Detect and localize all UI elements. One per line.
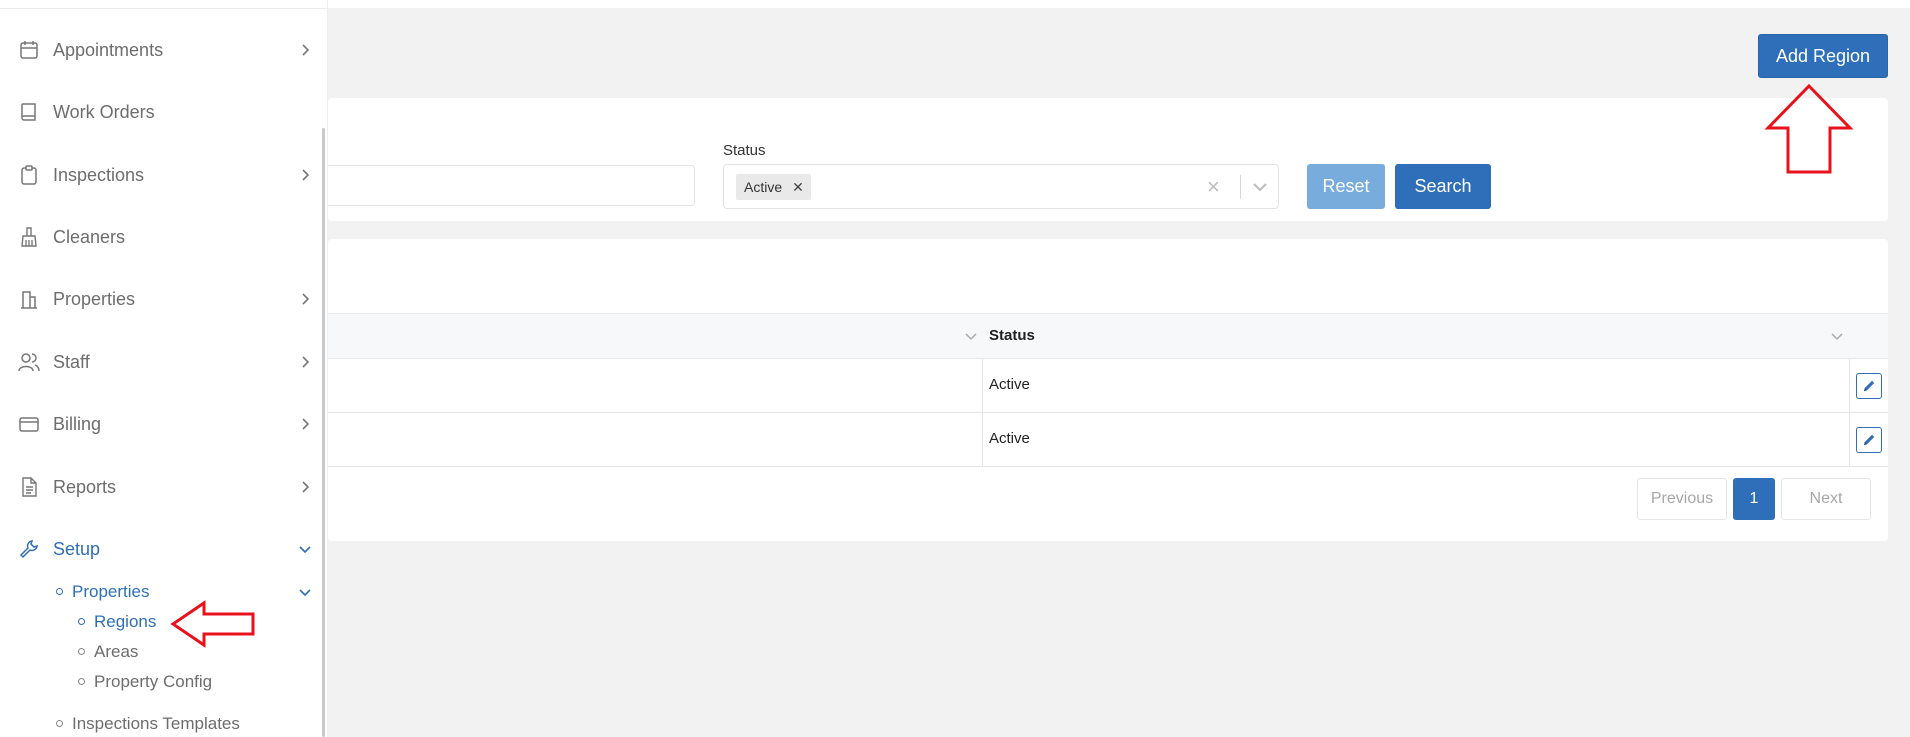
chevron-right-icon <box>302 356 310 368</box>
sidebar-item-properties[interactable]: Properties <box>0 277 320 321</box>
sort-chevron-icon[interactable] <box>1830 330 1844 344</box>
search-button[interactable]: Search <box>1395 164 1491 209</box>
sidebar-top-divider <box>0 8 328 9</box>
status-chip-label: Active <box>744 179 783 195</box>
chevron-down-icon <box>299 546 311 554</box>
sidebar-subitem-label: Inspections Templates <box>72 714 240 733</box>
bullet-icon <box>56 588 63 595</box>
sidebar-subitem-label: Regions <box>94 612 157 631</box>
clipboard-icon <box>21 165 37 185</box>
sidebar-item-label: Cleaners <box>53 226 126 247</box>
sidebar-item-work-orders[interactable]: Work Orders <box>0 90 320 134</box>
remove-chip-icon[interactable]: ✕ <box>792 179 804 196</box>
sidebar-item-staff[interactable]: Staff <box>0 340 320 384</box>
building-icon <box>21 291 37 309</box>
document-icon <box>22 477 37 497</box>
cell-divider <box>982 359 983 412</box>
pagination-page-1[interactable]: 1 <box>1733 478 1775 520</box>
sidebar-item-label: Billing <box>53 413 102 434</box>
chevron-down-icon[interactable] <box>1251 178 1269 196</box>
credit-card-icon <box>19 417 39 432</box>
pencil-icon <box>1864 380 1875 391</box>
calendar-icon <box>20 41 38 59</box>
table-row: Active <box>328 413 1888 467</box>
status-chip: Active ✕ <box>736 174 811 200</box>
sort-chevron-icon[interactable] <box>964 330 978 344</box>
annotation-arrow-up-icon <box>1764 84 1854 174</box>
sidebar-subitem-label: Property Config <box>94 672 213 691</box>
status-filter-select[interactable]: Active ✕ × <box>723 164 1279 209</box>
annotation-arrow-left-icon <box>170 600 255 648</box>
sidebar-item-label: Work Orders <box>53 101 155 122</box>
chevron-right-icon <box>302 44 310 56</box>
name-filter-input[interactable] <box>328 165 695 206</box>
chevron-right-icon <box>302 293 310 305</box>
sidebar-subitem-properties[interactable]: Properties <box>0 579 320 605</box>
sidebar-item-label: Setup <box>53 538 101 559</box>
sidebar-item-reports[interactable]: Reports <box>0 465 320 509</box>
bullet-icon <box>78 618 85 625</box>
edit-button[interactable] <box>1856 427 1882 453</box>
sidebar-item-label: Inspections <box>53 164 145 185</box>
sidebar-item-label: Appointments <box>53 39 164 60</box>
pagination-next[interactable]: Next <box>1781 478 1871 520</box>
chevron-down-icon <box>299 589 311 597</box>
status-cell: Active <box>989 430 1030 447</box>
wrench-icon <box>19 540 38 559</box>
top-bar <box>328 0 1910 8</box>
sidebar: Appointments Work Orders Inspections Cle… <box>0 0 328 737</box>
sidebar-subitem-label: Properties <box>72 582 150 601</box>
sidebar-item-billing[interactable]: Billing <box>0 402 320 446</box>
table-row: Active <box>328 359 1888 413</box>
sidebar-item-cleaners[interactable]: Cleaners <box>0 215 320 259</box>
sidebar-subitem-label: Areas <box>94 642 139 661</box>
pagination-previous[interactable]: Previous <box>1637 478 1727 520</box>
sidebar-item-appointments[interactable]: Appointments <box>0 28 320 72</box>
bullet-icon <box>78 678 85 685</box>
cell-divider <box>982 413 983 466</box>
sidebar-subitem-inspections-templates[interactable]: Inspections Templates <box>0 711 320 737</box>
cell-divider <box>1849 413 1850 466</box>
cell-divider <box>1849 359 1850 412</box>
sidebar-item-inspections[interactable]: Inspections <box>0 153 320 197</box>
bullet-icon <box>78 648 85 655</box>
sidebar-item-label: Staff <box>53 351 90 372</box>
chevron-right-icon <box>302 481 310 493</box>
pencil-icon <box>1864 434 1875 445</box>
column-header-status[interactable]: Status <box>989 327 1035 344</box>
add-region-button[interactable]: Add Region <box>1758 34 1888 78</box>
bullet-icon <box>56 720 63 727</box>
sidebar-item-label: Properties <box>53 288 136 309</box>
sidebar-subitem-areas[interactable]: Areas <box>0 639 320 665</box>
reset-button[interactable]: Reset <box>1307 164 1385 209</box>
chevron-right-icon <box>302 169 310 181</box>
sidebar-subitem-property-config[interactable]: Property Config <box>0 669 320 695</box>
sidebar-item-setup[interactable]: Setup <box>0 527 320 571</box>
clear-select-icon[interactable]: × <box>1207 174 1220 200</box>
sidebar-item-label: Reports <box>53 476 117 497</box>
users-icon <box>18 353 40 372</box>
status-filter-label: Status <box>723 142 766 159</box>
chevron-right-icon <box>302 418 310 430</box>
broom-icon <box>21 227 37 247</box>
sidebar-subitem-regions[interactable]: Regions <box>0 609 320 635</box>
sidebar-scrollbar[interactable] <box>322 128 325 737</box>
select-divider <box>1240 175 1241 199</box>
status-cell: Active <box>989 376 1030 393</box>
edit-button[interactable] <box>1856 373 1882 399</box>
table-header: Status <box>328 313 1888 359</box>
book-icon <box>21 103 36 121</box>
